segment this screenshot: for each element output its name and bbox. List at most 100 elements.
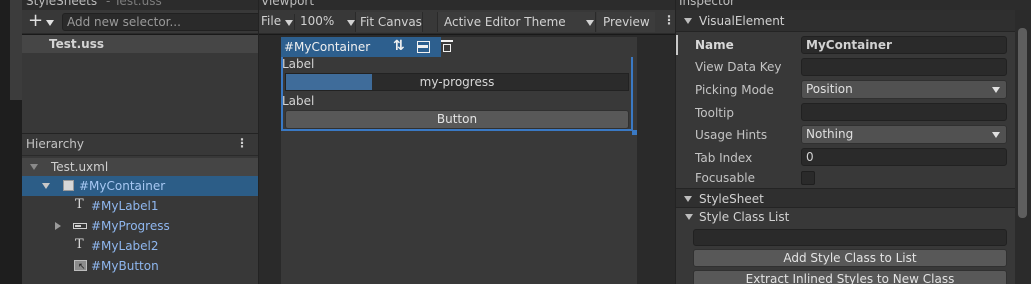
theme-label: Active Editor Theme (444, 15, 566, 29)
viewport-toolbar: File 100% Fit Canvas Active Editor Theme… (259, 10, 675, 34)
tooltip-label: Tooltip (695, 106, 734, 120)
stylesheets-toolbar: + Add new selector... ⋮ (22, 10, 278, 34)
foldout-arrow-icon (684, 18, 692, 24)
chevron-down-icon (46, 20, 54, 26)
stylesheets-header: StyleSheets - Test.uss (22, 0, 258, 10)
inspector-body: VisualElement Name MyContainer View Data… (676, 10, 1015, 284)
inspector-title: Inspector (679, 0, 735, 8)
viewport-canvas-area: #MyContainer ⇅ Label my-progress Label B… (259, 35, 675, 284)
hierarchy-more-icon[interactable]: ⋮ (236, 136, 248, 150)
foldout-arrow-icon (684, 196, 692, 202)
container-selection-tag[interactable]: #MyContainer ⇅ (281, 37, 453, 57)
focusable-checkbox[interactable] (801, 171, 815, 185)
selector-placeholder: Add new selector... (67, 15, 181, 29)
usage-hints-dropdown[interactable]: Nothing (801, 125, 1007, 144)
style-class-list-foldout[interactable]: Style Class List (676, 208, 1015, 226)
visual-element-title: VisualElement (699, 14, 785, 28)
tree-item-label: #MyLabel1 (91, 199, 159, 213)
zoom-label: 100% (300, 14, 335, 28)
chevron-down-icon (347, 20, 355, 26)
scrollbar-thumb[interactable] (1018, 28, 1027, 218)
chevron-down-icon (992, 132, 1000, 138)
viewport-more-icon[interactable]: ⋮ (663, 13, 675, 27)
stylesheets-title: StyleSheets (26, 0, 98, 8)
picking-mode-value: Position (806, 82, 853, 96)
foldout-arrow-icon (685, 214, 693, 220)
style-class-input[interactable] (693, 229, 1007, 246)
preview-button[interactable]: Preview (597, 12, 655, 32)
align-items-icon[interactable] (417, 41, 430, 53)
file-menu[interactable]: File (261, 14, 295, 30)
tree-root-label: Test.uxml (51, 160, 109, 174)
inspector-scrollbar[interactable] (1015, 10, 1031, 284)
resize-handle[interactable] (632, 130, 637, 135)
justify-content-icon[interactable] (441, 40, 453, 53)
tree-row-mybutton[interactable]: ↖ #MyButton (22, 256, 258, 276)
tree-row-mylabel1[interactable]: T #MyLabel1 (22, 196, 258, 216)
hierarchy-header: Hierarchy ⋮ (22, 134, 258, 156)
inspector-header: Inspector (676, 0, 1031, 10)
extract-inline-styles-label: Extract Inlined Styles to New Class (745, 272, 955, 284)
theme-dropdown[interactable]: Active Editor Theme (437, 12, 596, 32)
tree-item-label: #MyLabel2 (91, 239, 159, 253)
picking-mode-dropdown[interactable]: Position (801, 80, 1007, 99)
chevron-down-icon (586, 20, 594, 26)
view-data-key-label: View Data Key (695, 60, 782, 74)
stylesheets-subtitle: - Test.uss (106, 0, 162, 8)
file-menu-label: File (261, 14, 282, 28)
fit-canvas-button[interactable]: Fit Canvas (355, 12, 423, 32)
tab-index-field[interactable]: 0 (801, 148, 1007, 166)
picking-mode-label: Picking Mode (695, 83, 774, 97)
progress-title: my-progress (419, 75, 495, 89)
visual-element-foldout[interactable]: VisualElement (676, 10, 1015, 32)
view-data-key-field[interactable] (801, 58, 1007, 76)
add-stylesheet-button[interactable]: + (26, 10, 60, 31)
name-field[interactable]: MyContainer (801, 36, 1007, 54)
usage-hints-value: Nothing (806, 127, 854, 141)
extract-inline-styles-button[interactable]: Extract Inlined Styles to New Class (693, 270, 1007, 284)
expand-arrow-icon[interactable] (55, 222, 61, 230)
plus-icon: + (28, 10, 44, 31)
container-tag-label: #MyContainer (284, 40, 371, 54)
progress-bar: my-progress (285, 73, 629, 91)
override-indicator (676, 35, 678, 55)
canvas-button[interactable]: Button (285, 110, 629, 129)
stylesheets-list: Test.uss (22, 35, 258, 134)
tree-row-myprogress[interactable]: #MyProgress (22, 216, 258, 236)
text-icon: T (75, 197, 84, 212)
tree-row-mylabel2[interactable]: T #MyLabel2 (22, 236, 258, 256)
progress-bar-icon (73, 223, 87, 229)
tab-index-label: Tab Index (695, 151, 753, 165)
fit-canvas-label: Fit Canvas (360, 15, 422, 29)
stylesheet-item-label: Test.uss (49, 37, 104, 51)
canvas-label-2: Label (282, 94, 315, 108)
selector-input[interactable]: Add new selector... ⋮ (62, 13, 278, 31)
hierarchy-title: Hierarchy (26, 137, 85, 151)
add-style-class-button[interactable]: Add Style Class to List (693, 249, 1007, 267)
stylesheet-item[interactable]: Test.uss (22, 35, 258, 53)
tree-item-label: #MyButton (91, 259, 159, 273)
expand-arrow-icon[interactable] (42, 183, 50, 189)
add-style-class-label: Add Style Class to List (783, 251, 917, 265)
tooltip-field[interactable] (801, 103, 1007, 121)
button-icon: ↖ (74, 260, 87, 272)
zoom-dropdown[interactable]: 100% (300, 14, 358, 30)
left-gutter-strip (10, 0, 22, 100)
hierarchy-tree: Test.uxml #MyContainer T #MyLabel1 #MyPr… (22, 156, 258, 284)
flex-direction-icon[interactable]: ⇅ (393, 38, 405, 54)
stylesheet-title: StyleSheet (699, 192, 764, 206)
focusable-label: Focusable (695, 171, 755, 185)
tree-root-row[interactable]: Test.uxml (22, 158, 258, 176)
canvas-button-label: Button (436, 112, 478, 126)
name-label: Name (695, 38, 734, 52)
tree-item-label: #MyContainer (79, 179, 166, 193)
viewport-title: Viewport (261, 0, 315, 8)
canvas-label-1: Label (282, 57, 315, 71)
stylesheet-foldout[interactable]: StyleSheet (676, 188, 1015, 208)
chevron-down-icon (992, 87, 1000, 93)
tree-item-label: #MyProgress (91, 219, 170, 233)
style-class-list-title: Style Class List (699, 210, 790, 224)
viewport-header: Viewport (259, 0, 675, 10)
tree-row-mycontainer[interactable]: #MyContainer (22, 176, 258, 196)
expand-arrow-icon[interactable] (30, 164, 38, 170)
